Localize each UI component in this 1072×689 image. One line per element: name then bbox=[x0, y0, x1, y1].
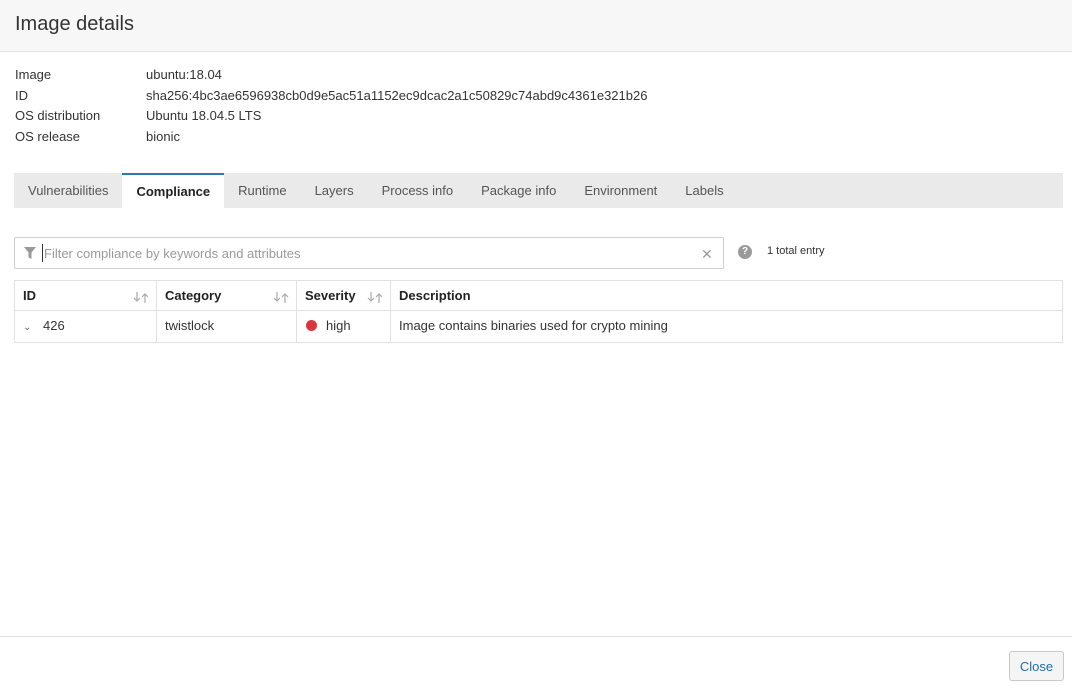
column-header-id[interactable]: ID bbox=[15, 281, 157, 310]
detail-row-os-release: OS release bionic bbox=[15, 128, 647, 149]
modal-footer: Close bbox=[0, 636, 1072, 689]
severity-label: high bbox=[326, 318, 351, 333]
chevron-down-icon[interactable]: ⌄ bbox=[23, 313, 37, 343]
filter-input[interactable] bbox=[42, 244, 692, 262]
sort-icon[interactable] bbox=[133, 292, 149, 303]
detail-value: ubuntu:18.04 bbox=[146, 67, 222, 82]
tab-bar: Vulnerabilities Compliance Runtime Layer… bbox=[14, 173, 1063, 208]
sort-icon[interactable] bbox=[273, 292, 289, 303]
tab-labels[interactable]: Labels bbox=[671, 173, 737, 208]
total-entry-count: 1 total entry bbox=[767, 245, 825, 257]
detail-row-os-distribution: OS distribution Ubuntu 18.04.5 LTS bbox=[15, 107, 647, 128]
modal-title: Image details bbox=[15, 13, 134, 35]
tab-package-info[interactable]: Package info bbox=[467, 173, 570, 208]
filter-icon bbox=[24, 247, 36, 259]
tab-process-info[interactable]: Process info bbox=[368, 173, 468, 208]
cell-category: twistlock bbox=[157, 311, 297, 342]
column-header-label: ID bbox=[23, 288, 36, 303]
tab-vulnerabilities[interactable]: Vulnerabilities bbox=[14, 173, 122, 208]
detail-label: Image bbox=[15, 67, 52, 82]
detail-row-image: Image ubuntu:18.04 bbox=[15, 66, 647, 87]
clear-icon[interactable]: ✕ bbox=[701, 246, 713, 262]
column-header-severity[interactable]: Severity bbox=[297, 281, 391, 310]
filter-box: ✕ bbox=[14, 237, 724, 269]
column-header-label: Category bbox=[165, 288, 222, 303]
severity-dot-icon bbox=[306, 320, 317, 332]
tab-runtime[interactable]: Runtime bbox=[224, 173, 300, 208]
row-id: 426 bbox=[43, 318, 65, 333]
column-header-description: Description bbox=[391, 281, 1062, 310]
detail-value: bionic bbox=[146, 128, 180, 144]
image-details: Image ubuntu:18.04 ID sha256:4bc3ae65969… bbox=[15, 66, 647, 148]
detail-value: Ubuntu 18.04.5 LTS bbox=[146, 108, 262, 123]
detail-value: sha256:4bc3ae6596938cb0d9e5ac51a1152ec9d… bbox=[146, 87, 648, 103]
sort-icon[interactable] bbox=[367, 292, 383, 303]
column-header-label: Description bbox=[399, 288, 471, 303]
help-icon[interactable]: ? bbox=[738, 245, 752, 259]
column-header-label: Severity bbox=[305, 288, 356, 303]
table-header: ID Category Severity Description bbox=[15, 281, 1062, 311]
detail-label: OS distribution bbox=[15, 108, 101, 123]
close-button[interactable]: Close bbox=[1009, 651, 1064, 681]
cell-id: ⌄ 426 bbox=[15, 311, 157, 342]
detail-row-id: ID sha256:4bc3ae6596938cb0d9e5ac51a1152e… bbox=[15, 87, 647, 108]
tab-environment[interactable]: Environment bbox=[570, 173, 671, 208]
column-header-category[interactable]: Category bbox=[157, 281, 297, 310]
cell-severity: high bbox=[297, 311, 391, 342]
tab-layers[interactable]: Layers bbox=[301, 173, 368, 208]
compliance-table: ID Category Severity Description ⌄ 426 tw… bbox=[14, 280, 1063, 343]
detail-label: ID bbox=[15, 87, 28, 103]
cell-description: Image contains binaries used for crypto … bbox=[399, 318, 668, 333]
detail-label: OS release bbox=[15, 128, 81, 144]
modal-header: Image details bbox=[0, 0, 1072, 52]
table-row[interactable]: ⌄ 426 twistlock high Image contains binar… bbox=[15, 311, 1062, 342]
tab-compliance[interactable]: Compliance bbox=[122, 173, 225, 208]
